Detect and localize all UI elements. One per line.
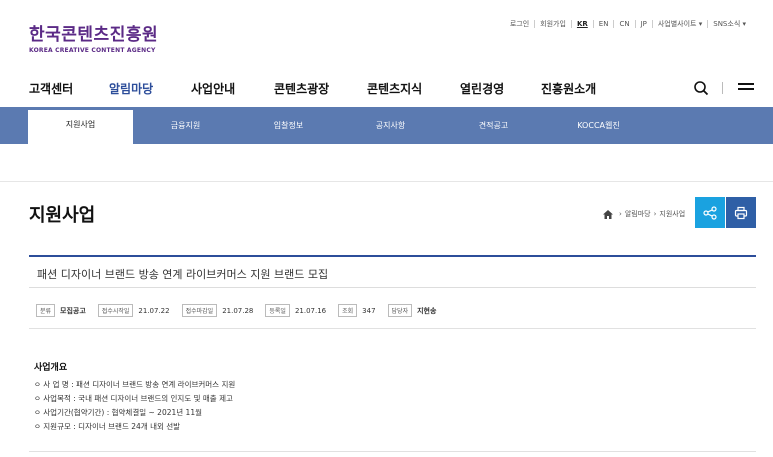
meta-value-end-date: 21.07.28 <box>222 306 254 315</box>
tab-support-business[interactable]: 지원사업 <box>28 110 133 144</box>
logo-english: KOREA CREATIVE CONTENT AGENCY <box>29 47 156 54</box>
meta-label-views: 조회 <box>338 304 358 317</box>
gnb-item-about[interactable]: 진흥원소개 <box>541 80 596 97</box>
tab-financial-support[interactable]: 금융지원 <box>133 107 238 144</box>
share-icon <box>703 205 717 220</box>
gnb-item-customer-center[interactable]: 고객센터 <box>29 80 73 97</box>
breadcrumb-item[interactable]: 지원사업 <box>659 209 685 219</box>
gnb-item-notice[interactable]: 알림마당 <box>109 80 153 97</box>
meta-label-reg-date: 등록일 <box>265 304 290 317</box>
utility-bar: 로그인 회원가입 KR EN CN JP 사업별사이트 ▾ SNS소식 ▾ <box>505 20 751 28</box>
utility-business-sites[interactable]: 사업별사이트 ▾ <box>651 20 707 28</box>
utility-lang-cn[interactable]: CN <box>613 20 634 28</box>
tab-bid-info[interactable]: 입찰정보 <box>236 107 341 144</box>
meta-value-reg-date: 21.07.16 <box>294 306 327 315</box>
body-line: ㅇ 지원규모 : 디자이너 브랜드 24개 내외 선발 <box>34 422 181 431</box>
tab-webzine[interactable]: KOCCA웹진 <box>546 107 651 144</box>
utility-lang-en[interactable]: EN <box>592 20 614 28</box>
utility-lang-jp[interactable]: JP <box>634 20 652 28</box>
sub-nav: 지원사업 금융지원 입찰정보 공지사항 견적공고 KOCCA웹진 <box>0 107 773 144</box>
post-title-box: 패션 디자이너 브랜드 방송 연계 라이브커머스 지원 브랜드 모집 <box>29 255 756 288</box>
content-bottom-divider <box>29 451 756 452</box>
post-meta: 분류 모집공고 접수시작일 21.07.22 접수마감일 21.07.28 등록… <box>36 304 448 317</box>
header-divider <box>722 82 723 94</box>
utility-lang-kr[interactable]: KR <box>570 20 593 28</box>
site-logo[interactable]: 한국콘텐츠진흥원 KOREA CREATIVE CONTENT AGENCY <box>29 25 158 54</box>
tab-notices[interactable]: 공지사항 <box>338 107 443 144</box>
gnb-item-business[interactable]: 사업안내 <box>191 80 235 97</box>
gnb-item-content-knowledge[interactable]: 콘텐츠지식 <box>367 80 422 97</box>
share-button[interactable] <box>695 197 725 228</box>
print-button[interactable] <box>726 197 756 228</box>
post-body: 사업개요 ㅇ 사 업 명 : 패션 디자이너 브랜드 방송 연계 라이브커머스 … <box>34 360 235 434</box>
logo-korean: 한국콘텐츠진흥원 <box>29 25 159 45</box>
gnb-item-content-plaza[interactable]: 콘텐츠광장 <box>274 80 329 97</box>
menu-icon[interactable] <box>738 83 754 95</box>
meta-label-category: 분류 <box>36 304 56 317</box>
meta-label-end-date: 접수마감일 <box>181 304 218 317</box>
meta-label-start-date: 접수시작일 <box>97 304 134 317</box>
utility-login[interactable]: 로그인 <box>505 20 534 28</box>
breadcrumb: › 알림마당 › 지원사업 <box>603 209 685 219</box>
search-icon[interactable] <box>693 80 709 96</box>
breadcrumb-item[interactable]: 알림마당 <box>625 209 651 219</box>
section-title: 사업개요 <box>34 363 68 373</box>
gnb-item-open-management[interactable]: 열린경영 <box>460 80 504 97</box>
body-line: ㅇ 사업목적 : 국내 패션 디자이너 브랜드의 인지도 및 매출 제고 <box>34 394 233 403</box>
home-icon[interactable] <box>603 209 613 219</box>
meta-value-category: 모집공고 <box>60 306 86 315</box>
body-line: ㅇ 사 업 명 : 패션 디자이너 브랜드 방송 연계 라이브커머스 지원 <box>34 380 236 389</box>
meta-value-manager: 지현송 <box>417 306 437 315</box>
print-icon <box>734 206 748 219</box>
utility-sns[interactable]: SNS소식 ▾ <box>707 20 751 28</box>
meta-value-views: 347 <box>362 306 376 315</box>
post-title: 패션 디자이너 브랜드 방송 연계 라이브커머스 지원 브랜드 모집 <box>37 268 329 281</box>
meta-value-start-date: 21.07.22 <box>138 306 170 315</box>
body-line: ㅇ 사업기간(협약기간) : 협약체결일 ~ 2021년 11월 <box>34 408 202 417</box>
meta-divider <box>29 328 756 329</box>
tab-quotations[interactable]: 견적공고 <box>441 107 546 144</box>
utility-signup[interactable]: 회원가입 <box>534 20 571 28</box>
meta-label-manager: 담당자 <box>387 304 413 317</box>
section-divider <box>0 181 773 182</box>
chevron-right-icon: › <box>653 210 657 218</box>
chevron-right-icon: › <box>619 210 622 218</box>
page-title: 지원사업 <box>29 205 96 226</box>
